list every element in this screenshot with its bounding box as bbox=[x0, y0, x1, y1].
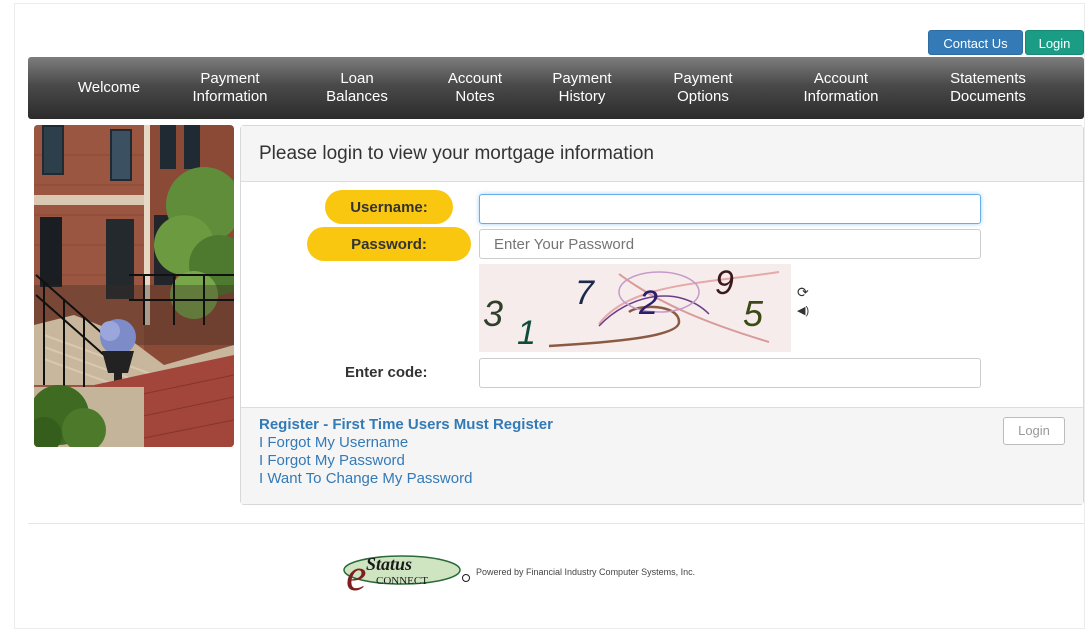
password-input[interactable] bbox=[479, 229, 981, 259]
nav-item-payment-options[interactable]: Payment Options bbox=[654, 57, 752, 119]
nav-item-payment-information[interactable]: Payment Information bbox=[174, 57, 286, 119]
captcha-digit: 2 bbox=[638, 284, 658, 322]
main-nav: Welcome Payment Information Loan Balance… bbox=[28, 57, 1084, 119]
audio-icon[interactable]: ◀︎) bbox=[797, 304, 809, 317]
contact-us-button[interactable]: Contact Us bbox=[928, 30, 1023, 55]
svg-text:e: e bbox=[346, 549, 366, 596]
username-label: Username: bbox=[325, 190, 453, 224]
panel-header: Please login to view your mortgage infor… bbox=[241, 126, 1083, 182]
password-label: Password: bbox=[307, 227, 471, 261]
nav-item-welcome[interactable]: Welcome bbox=[68, 57, 150, 119]
register-link[interactable]: Register - First Time Users Must Registe… bbox=[259, 416, 553, 433]
forgot-username-link[interactable]: I Forgot My Username bbox=[259, 434, 408, 451]
panel-title: Please login to view your mortgage infor… bbox=[259, 143, 654, 164]
powered-by-text: Powered by Financial Industry Computer S… bbox=[476, 567, 696, 577]
nav-item-statements-documents[interactable]: Statements Documents bbox=[928, 57, 1048, 119]
captcha-digit: 9 bbox=[715, 264, 734, 302]
change-password-link[interactable]: I Want To Change My Password bbox=[259, 470, 472, 487]
captcha-digit: 1 bbox=[517, 314, 536, 352]
code-input[interactable] bbox=[479, 358, 981, 388]
captcha-image: 3 1 7 2 9 5 bbox=[479, 264, 791, 352]
nav-item-account-notes[interactable]: Account Notes bbox=[428, 57, 522, 119]
refresh-icon[interactable]: ⟳ bbox=[797, 284, 809, 301]
nav-item-loan-balances[interactable]: Loan Balances bbox=[310, 57, 404, 119]
captcha-digit: 5 bbox=[743, 293, 764, 334]
header-login-button[interactable]: Login bbox=[1025, 30, 1084, 55]
captcha-digit: 3 bbox=[483, 293, 503, 334]
forgot-password-link[interactable]: I Forgot My Password bbox=[259, 452, 405, 469]
svg-text:CONNECT: CONNECT bbox=[376, 575, 428, 587]
login-panel: Please login to view your mortgage infor… bbox=[240, 125, 1084, 505]
login-button[interactable]: Login bbox=[1003, 417, 1065, 445]
code-label: Enter code: bbox=[345, 364, 428, 381]
nav-item-account-information[interactable]: Account Information bbox=[792, 57, 890, 119]
nav-item-payment-history[interactable]: Payment History bbox=[536, 57, 628, 119]
captcha-digit: 7 bbox=[575, 274, 595, 312]
estatus-connect-logo: e Status CONNECT bbox=[342, 548, 474, 600]
footer-divider bbox=[28, 523, 1084, 524]
svg-text:Status: Status bbox=[366, 554, 412, 574]
townhouse-photo bbox=[34, 125, 234, 447]
username-input[interactable] bbox=[479, 194, 981, 224]
panel-footer: Register - First Time Users Must Registe… bbox=[241, 407, 1083, 504]
